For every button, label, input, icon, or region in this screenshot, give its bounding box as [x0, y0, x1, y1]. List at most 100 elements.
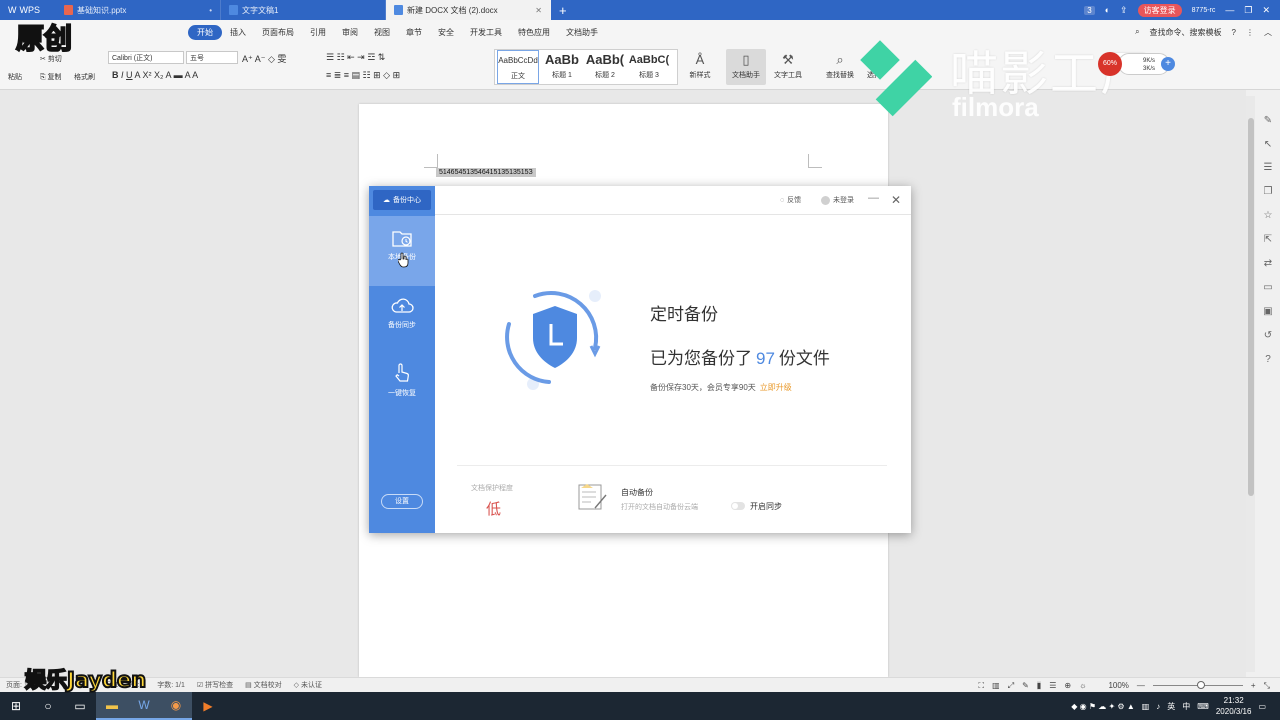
minimize-icon[interactable]: — — [1225, 5, 1234, 15]
zoom-level[interactable]: 100% — [1108, 681, 1128, 690]
scrollbar-thumb[interactable] — [1248, 118, 1254, 496]
menu-page-layout[interactable]: 页面布局 — [254, 27, 302, 38]
browser-taskbar-icon[interactable]: ◉ — [160, 692, 192, 720]
menu-review[interactable]: 审阅 — [334, 27, 366, 38]
outline-view-icon[interactable]: ☰ — [1049, 681, 1056, 690]
menu-chapter[interactable]: 章节 — [398, 27, 430, 38]
new-style-button[interactable]: Å 新样式 — [683, 50, 717, 84]
eye-protection-icon[interactable]: ☼ — [1079, 681, 1086, 690]
search-icon[interactable]: ○ — [32, 692, 64, 720]
archive-icon[interactable]: ▭ — [1262, 282, 1274, 294]
word-count[interactable]: 字数: 1/1 — [157, 680, 185, 690]
tab-pptx[interactable]: 基础知识.pptx • — [56, 0, 221, 20]
star-icon[interactable]: ☆ — [1262, 210, 1274, 222]
share-icon[interactable]: ⇪ — [1120, 5, 1128, 16]
command-search[interactable]: 查找命令、搜索模板 — [1150, 27, 1222, 38]
plus-icon[interactable]: + — [1161, 57, 1175, 71]
menu-home[interactable]: 开始 — [188, 24, 222, 40]
spellcheck-button[interactable]: ☑ 拼写检查 — [197, 680, 233, 690]
nav-backup-sync[interactable]: 备份同步 — [369, 284, 435, 354]
certification-status[interactable]: ◇ 未认证 — [294, 680, 322, 690]
copy-button[interactable]: ⎘ 复制 — [40, 72, 62, 82]
doc-assistant-button[interactable]: ▯ 文档助手 — [727, 50, 765, 84]
zoom-in-icon[interactable]: + — [1251, 681, 1256, 690]
export-icon[interactable]: ⇱ — [1262, 234, 1274, 246]
nav-one-click-restore[interactable]: 一键恢复 — [369, 350, 435, 420]
font-size-select[interactable]: 五号 — [186, 51, 238, 64]
menu-insert[interactable]: 插入 — [222, 27, 254, 38]
tray-icons[interactable]: ◆ ◉ ⚑ ☁ ✦ ⚙ ▲ — [1071, 702, 1134, 711]
translate-icon[interactable]: ⇄ — [1262, 258, 1274, 270]
style-normal[interactable]: AaBbCcDd 正文 — [497, 50, 539, 84]
network-icon[interactable]: ▥ — [1142, 702, 1150, 711]
history-icon[interactable]: ↺ — [1262, 330, 1274, 342]
pointer-icon[interactable]: ↖ — [1262, 139, 1274, 151]
maximize-icon[interactable]: ❐ — [1244, 5, 1252, 16]
volume-icon[interactable]: ♪ — [1156, 702, 1160, 711]
edit-mode-icon[interactable]: ✎ — [1022, 681, 1029, 690]
keyboard-icon[interactable]: ⌨ — [1197, 702, 1209, 711]
image-icon[interactable]: ▣ — [1262, 306, 1274, 318]
doc-proof-button[interactable]: ▤ 文档校对 — [245, 680, 282, 690]
help-icon[interactable]: ? — [1232, 28, 1236, 37]
window-count-badge[interactable]: 3 — [1084, 5, 1095, 15]
menu-security[interactable]: 安全 — [430, 27, 462, 38]
menu-view[interactable]: 视图 — [366, 27, 398, 38]
font-grow-icon[interactable]: A⁺ A⁻ ◇ 雯 — [242, 52, 286, 65]
sliders-icon[interactable]: ☰ — [1262, 162, 1274, 174]
align-buttons[interactable]: ≡ ≣ ≡ ▤ ☷ ⊞ ◇ ⊞ — [326, 70, 400, 81]
wps-taskbar-icon[interactable]: W — [128, 692, 160, 720]
visitor-login-button[interactable]: 访客登录 — [1137, 3, 1182, 17]
zoom-out-icon[interactable]: — — [1137, 681, 1145, 690]
text-tools-button[interactable]: ⚒ 文字工具 — [768, 50, 808, 84]
style-heading3[interactable]: AaBbC( 标题 3 — [628, 50, 670, 84]
settings-button[interactable]: 设置 — [381, 494, 423, 509]
find-replace-button[interactable]: ⌕ 查找替换 — [820, 50, 860, 84]
nav-local-backup[interactable]: 本地备份 — [369, 216, 435, 286]
tab-docx-active[interactable]: 新建 DOCX 文档 (2).docx ✕ — [386, 0, 551, 20]
menu-dev-tools[interactable]: 开发工具 — [462, 27, 510, 38]
edit-icon[interactable]: ✎ — [1262, 115, 1274, 127]
feedback-button[interactable]: ◌ 反馈 — [780, 195, 801, 205]
help-icon[interactable]: ? — [1262, 354, 1274, 366]
task-view-icon[interactable]: ▭ — [64, 692, 96, 720]
sync-toggle[interactable] — [731, 502, 745, 510]
more-icon[interactable]: ⋮ — [1246, 28, 1254, 37]
list-buttons[interactable]: ☰ ☷ ⇤ ⇥ ☲ ⇅ — [326, 52, 385, 63]
tab-dot-icon[interactable]: • — [209, 6, 212, 15]
tab-doc1[interactable]: 文字文稿1 — [221, 0, 386, 20]
font-name-select[interactable]: Calibri (正文) — [108, 51, 184, 64]
file-explorer-icon[interactable]: ▬ — [96, 692, 128, 720]
system-clock[interactable]: 21:32 2020/3/16 — [1216, 695, 1252, 717]
style-heading1[interactable]: AaBb 标题 1 — [541, 50, 583, 84]
zoom-slider-knob[interactable] — [1196, 681, 1205, 689]
windows-start-icon[interactable]: ⊞ — [0, 692, 32, 720]
menu-references[interactable]: 引用 — [302, 27, 334, 38]
menu-features[interactable]: 特色应用 — [510, 27, 558, 38]
font-style-buttons[interactable]: B I U A X² X₂ A ▬ A A — [112, 70, 198, 80]
menu-doc-assistant[interactable]: 文档助手 — [558, 27, 606, 38]
ime-indicator[interactable]: 英 — [1167, 701, 1175, 712]
copy-icon[interactable]: ❐ — [1262, 186, 1274, 198]
page-view-icon[interactable]: ▮ — [1036, 681, 1042, 690]
read-mode-icon[interactable]: ▥ — [992, 681, 1000, 690]
document-text-selection[interactable]: 51465451354641513513515З — [436, 168, 536, 177]
login-button[interactable]: 未登录 — [821, 195, 854, 205]
minimize-icon[interactable]: — — [868, 192, 879, 204]
upgrade-link[interactable]: 立即升级 — [760, 383, 792, 392]
focus-icon[interactable]: ⤢ — [1008, 681, 1014, 691]
media-player-icon[interactable]: ▶ — [192, 692, 224, 720]
close-icon[interactable]: ✕ — [891, 193, 901, 207]
new-tab-button[interactable]: + — [559, 3, 567, 18]
zoom-slider[interactable] — [1152, 681, 1243, 689]
notification-icon[interactable]: ▭ — [1258, 702, 1266, 711]
collapse-icon[interactable]: ︿ — [1264, 27, 1272, 38]
style-heading2[interactable]: AaBb( 标题 2 — [584, 50, 626, 84]
expand-icon[interactable]: ⤡ — [1264, 681, 1270, 691]
close-window-icon[interactable]: ✕ — [1262, 5, 1270, 16]
skin-icon[interactable]: ◐ — [1105, 5, 1110, 15]
ime-mode[interactable]: 中 — [1182, 701, 1190, 712]
fullscreen-icon[interactable]: ⛶ — [979, 681, 985, 691]
paste-button[interactable]: 粘贴 — [8, 72, 22, 82]
backup-center-button[interactable]: ☁ 备份中心 — [373, 190, 431, 210]
